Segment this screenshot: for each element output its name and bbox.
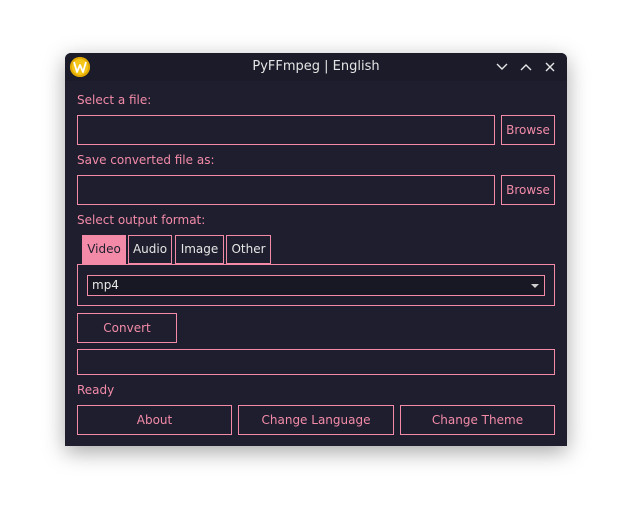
tab-image[interactable]: Image	[175, 235, 224, 264]
tab-video[interactable]: Video	[82, 235, 126, 264]
tab-audio[interactable]: Audio	[128, 235, 172, 264]
maximize-button[interactable]	[518, 59, 534, 75]
about-button[interactable]: About	[77, 405, 232, 435]
app-window: PyFFmpeg | English Select a file: Browse…	[65, 53, 567, 446]
status-label: Ready	[77, 383, 115, 397]
browse-output-button[interactable]: Browse	[501, 175, 555, 205]
input-file-field[interactable]	[77, 115, 495, 145]
chevron-down-icon	[496, 63, 508, 70]
close-button[interactable]	[542, 59, 558, 75]
change-theme-button[interactable]: Change Theme	[400, 405, 555, 435]
title-bar[interactable]: PyFFmpeg | English	[65, 53, 567, 81]
output-file-field[interactable]	[77, 175, 495, 205]
save-file-label: Save converted file as:	[77, 153, 215, 167]
close-icon	[545, 62, 555, 72]
dropdown-arrow-icon	[531, 284, 539, 288]
output-format-label: Select output format:	[77, 213, 206, 227]
minimize-button[interactable]	[494, 59, 510, 75]
change-language-button[interactable]: Change Language	[238, 405, 394, 435]
format-select-value: mp4	[92, 278, 119, 292]
tab-other[interactable]: Other	[226, 235, 271, 264]
browse-input-button[interactable]: Browse	[501, 115, 555, 145]
chevron-up-icon	[520, 64, 532, 71]
video-tab-panel: mp4	[77, 264, 555, 306]
format-select[interactable]: mp4	[87, 275, 545, 296]
convert-button[interactable]: Convert	[77, 313, 177, 343]
progress-bar	[77, 349, 555, 375]
select-file-label: Select a file:	[77, 93, 152, 107]
window-title: PyFFmpeg | English	[252, 59, 380, 74]
